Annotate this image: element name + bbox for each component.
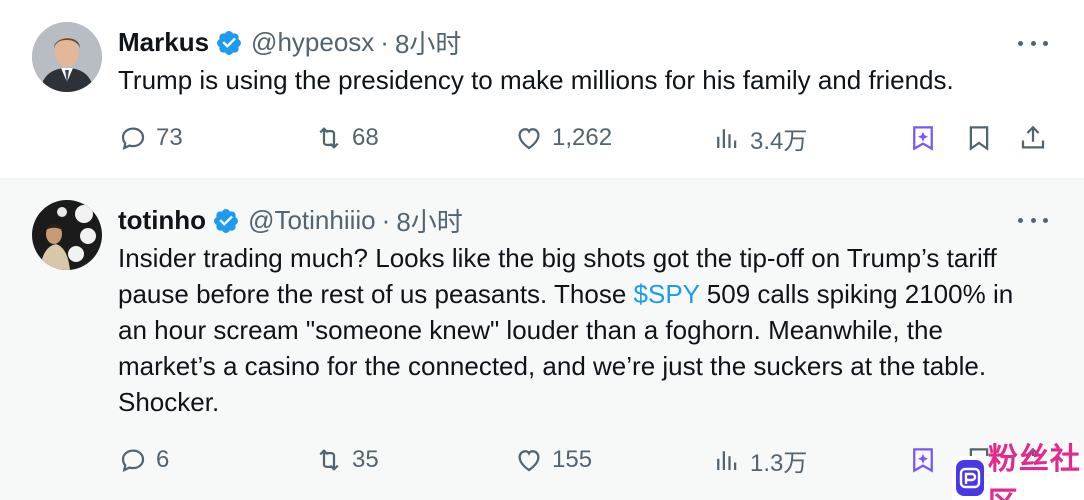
grok-button[interactable] — [908, 442, 938, 478]
bookmark-icon — [969, 126, 989, 151]
action-bar: 6 35 155 1.3万 — [118, 442, 1058, 478]
author-handle[interactable]: @hypeosx — [251, 27, 374, 58]
views-count: 1.3万 — [750, 449, 808, 477]
grok-icon — [913, 126, 933, 151]
reply-button[interactable]: 6 — [118, 442, 169, 478]
separator-dot: · — [381, 205, 391, 235]
views-button[interactable]: 3.4万 — [712, 120, 807, 156]
action-bar: 73 68 1,262 3.4万 — [118, 120, 1058, 156]
retweet-count: 68 — [352, 124, 379, 151]
share-icon — [1021, 125, 1045, 149]
separator-dot: · — [380, 27, 389, 57]
timestamp[interactable]: 8小时 — [396, 202, 462, 239]
tweet-card[interactable]: totinho @Totinhiiio · 8小时 Insider tradin… — [0, 180, 1084, 500]
reply-icon — [121, 449, 145, 472]
heart-icon — [518, 128, 540, 150]
verified-badge-icon[interactable] — [212, 207, 240, 235]
author-name[interactable]: Markus — [118, 27, 209, 58]
retweet-icon — [319, 449, 339, 471]
retweet-icon — [319, 127, 339, 149]
reply-count: 73 — [156, 124, 183, 151]
tweet-text: Trump is using the presidency to make mi… — [118, 65, 954, 95]
heart-icon — [518, 450, 540, 472]
watermark: 粉丝社区 — [952, 443, 1084, 500]
retweet-count: 35 — [352, 446, 379, 473]
grok-button[interactable] — [908, 120, 938, 156]
more-horizontal-icon[interactable] — [1018, 215, 1048, 225]
tweet-header: totinho @Totinhiiio · 8小时 — [118, 202, 463, 239]
author-handle[interactable]: @Totinhiiio — [248, 205, 376, 236]
avatar[interactable] — [32, 200, 102, 270]
like-button[interactable]: 1,262 — [514, 120, 612, 156]
reply-count: 6 — [156, 446, 170, 473]
cashtag-link[interactable]: $SPY — [634, 279, 700, 309]
retweet-button[interactable]: 68 — [314, 120, 379, 156]
avatar[interactable] — [32, 22, 102, 92]
views-chart-icon — [717, 129, 737, 148]
share-button[interactable] — [1018, 120, 1048, 156]
views-button[interactable]: 1.3万 — [712, 442, 807, 478]
timestamp[interactable]: 8小时 — [395, 24, 461, 61]
like-count: 155 — [552, 446, 593, 473]
tweet-card[interactable]: Markus @hypeosx · 8小时 Trump is using the… — [0, 0, 1084, 180]
tweet-header: Markus @hypeosx · 8小时 — [118, 24, 461, 61]
bookmark-button[interactable] — [964, 120, 994, 156]
like-button[interactable]: 155 — [514, 442, 592, 478]
tweet-text: Insider trading much? Looks like the big… — [118, 240, 1038, 420]
retweet-button[interactable]: 35 — [314, 442, 379, 478]
views-count: 3.4万 — [750, 127, 808, 155]
author-name[interactable]: totinho — [118, 205, 206, 236]
watermark-logo-icon — [956, 460, 984, 496]
grok-icon — [913, 448, 933, 473]
like-count: 1,262 — [552, 124, 613, 151]
more-horizontal-icon[interactable] — [1018, 38, 1048, 48]
reply-icon — [121, 127, 145, 150]
watermark-text: 粉丝社区 — [987, 443, 1081, 500]
verified-badge-icon[interactable] — [215, 29, 243, 57]
reply-button[interactable]: 73 — [118, 120, 183, 156]
views-chart-icon — [717, 451, 737, 470]
